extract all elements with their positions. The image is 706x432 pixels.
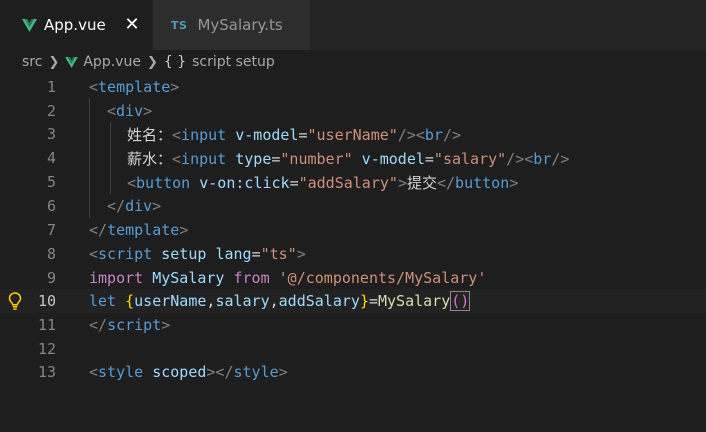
line-number: 4 (46, 149, 56, 167)
line-number: 8 (46, 245, 56, 263)
line-number: 13 (37, 363, 56, 381)
line-number: 6 (46, 197, 56, 215)
close-icon[interactable]: ✕ (124, 15, 140, 35)
vue-icon (22, 18, 37, 32)
breadcrumb-symbol-label: script setup (192, 54, 275, 70)
code-line: 1 <template> (0, 75, 706, 99)
code-line: 8 <script setup lang="ts"> (0, 242, 706, 266)
code-line: 12 (0, 337, 706, 361)
code-line: 5 <button v-on:click="addSalary">提交</but… (0, 170, 706, 194)
breadcrumb: src ❯ App.vue ❯ { } script setup (0, 50, 706, 74)
code-line: 4 薪水：<input type="number" v-model="salar… (0, 146, 706, 170)
chevron-right-icon: ❯ (48, 54, 60, 70)
breadcrumb-folder[interactable]: src (22, 54, 42, 70)
code-text: let {userName,salary,addSalary}=MySalary… (89, 291, 471, 311)
code-editor[interactable]: 1 <template> 2 <div> 3 姓名：<input v-model… (0, 74, 706, 432)
code-text: </script> (89, 316, 171, 334)
breadcrumb-file-label: App.vue (83, 54, 141, 70)
tab-app-vue[interactable]: App.vue ✕ (0, 0, 152, 50)
line-number: 2 (46, 102, 56, 120)
line-number: 3 (46, 125, 56, 143)
line-number: 7 (46, 221, 56, 239)
line-number: 9 (46, 269, 56, 287)
line-number: 5 (46, 173, 56, 191)
code-line-current: 10 let {userName,salary,addSalary}=MySal… (0, 289, 706, 313)
code-line: 13 <style scoped></style> (0, 360, 706, 384)
tab-label: MySalary.ts (197, 16, 283, 34)
code-text: <script setup lang="ts"> (89, 245, 306, 263)
line-number: 12 (37, 340, 56, 358)
code-text: <style scoped></style> (89, 363, 288, 381)
code-text: </template> (89, 221, 189, 239)
code-text: <button v-on:click="addSalary">提交</butto… (127, 173, 519, 192)
chevron-right-icon: ❯ (146, 54, 158, 70)
line-number: 1 (46, 78, 56, 96)
braces-icon: { } (163, 54, 187, 70)
breadcrumb-file[interactable]: App.vue (65, 54, 141, 70)
code-text: import MySalary from '@/components/MySal… (89, 269, 487, 287)
tab-label: App.vue (44, 16, 106, 34)
code-line: 2 <div> (0, 99, 706, 123)
code-text: <template> (89, 78, 180, 96)
code-text: 姓名：<input v-model="userName"/><br/> (127, 125, 462, 144)
line-number: 11 (37, 316, 56, 334)
vue-icon (65, 56, 79, 68)
code-text: <div> (107, 102, 153, 120)
code-text: 薪水：<input type="number" v-model="salary"… (127, 149, 570, 168)
code-line: 9 import MySalary from '@/components/MyS… (0, 266, 706, 290)
tab-mysalary-ts[interactable]: TS MySalary.ts (152, 0, 310, 50)
code-line: 3 姓名：<input v-model="userName"/><br/> (0, 122, 706, 146)
code-text: </div> (107, 197, 162, 215)
bracket-match-highlight: () (450, 291, 471, 311)
breadcrumb-symbol[interactable]: { } script setup (164, 54, 275, 70)
code-line: 7 </template> (0, 218, 706, 242)
line-number: 10 (37, 292, 56, 310)
code-line: 11 </script> (0, 313, 706, 337)
ts-icon: TS (171, 18, 188, 32)
editor-tab-bar: App.vue ✕ TS MySalary.ts (0, 0, 706, 50)
code-line: 6 </div> (0, 194, 706, 218)
